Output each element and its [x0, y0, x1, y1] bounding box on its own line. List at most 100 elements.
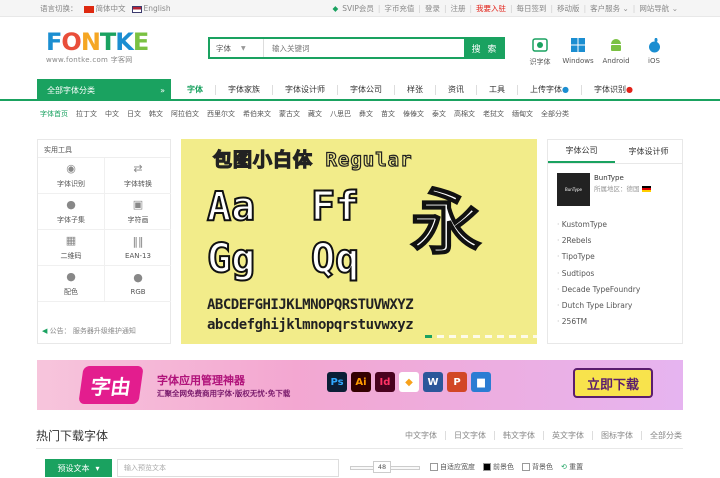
nav-fonts[interactable]: 字体: [175, 85, 216, 95]
join-link[interactable]: 我要入驻: [476, 3, 506, 14]
lang-item[interactable]: 藏文: [308, 109, 322, 119]
ad-download-button[interactable]: 立即下载: [573, 368, 653, 398]
carousel-dot[interactable]: [449, 335, 456, 338]
all-categories-button[interactable]: 全部字体分类»: [37, 79, 171, 101]
company-link[interactable]: Sudtipos: [557, 266, 640, 282]
double-chevron-icon: »: [160, 85, 165, 95]
lang-item[interactable]: 字体首页: [40, 109, 68, 119]
carousel-dot[interactable]: [425, 335, 432, 338]
reset-button[interactable]: ⟲ 重置: [561, 462, 583, 472]
lang-item[interactable]: 高棉文: [454, 109, 475, 119]
lang-item[interactable]: 八思巴: [330, 109, 351, 119]
lang-item[interactable]: 西里尔文: [207, 109, 235, 119]
lang-item[interactable]: 老挝文: [483, 109, 504, 119]
font-recognize-app[interactable]: 识字体: [526, 37, 554, 67]
lang-item[interactable]: 希伯来文: [243, 109, 271, 119]
company-link[interactable]: KustomType: [557, 217, 640, 233]
font-banner[interactable]: 包图小白体 Regular Aa Ff Gg Qq 永 ABCDEFGHIJKL…: [181, 139, 537, 344]
carousel-dot[interactable]: [485, 335, 492, 338]
hot-tab[interactable]: 英文字体: [544, 431, 593, 440]
carousel-dot[interactable]: [533, 335, 537, 338]
tool-font-subset[interactable]: ● 字体子集: [38, 194, 105, 230]
carousel-dot[interactable]: [509, 335, 516, 338]
recharge-link[interactable]: 字币充值: [384, 3, 414, 14]
nav-recognize[interactable]: 字体识别●: [582, 85, 645, 95]
lang-item[interactable]: 拉丁文: [76, 109, 97, 119]
lang-item[interactable]: 阿拉伯文: [171, 109, 199, 119]
site-logo[interactable]: FONTKE: [46, 30, 149, 54]
tool-font-recognize[interactable]: ◉ 字体识别: [38, 158, 105, 194]
carousel-dot[interactable]: [521, 335, 528, 338]
hot-tab[interactable]: 日文字体: [446, 431, 495, 440]
company-link[interactable]: 2Rebels: [557, 233, 640, 249]
hot-tab[interactable]: 中文字体: [397, 431, 446, 440]
nav-designer[interactable]: 字体设计师: [273, 85, 338, 95]
featured-company[interactable]: BunType BunType 所属地区：德国: [557, 173, 653, 206]
hot-tab[interactable]: 全部分类: [642, 431, 682, 440]
carousel-dot[interactable]: [497, 335, 504, 338]
lang-item[interactable]: 全部分类: [541, 109, 569, 119]
sitemap-link[interactable]: 网站导航 ⌄: [639, 3, 678, 14]
lang-item[interactable]: 中文: [105, 109, 119, 119]
carousel-dot[interactable]: [473, 335, 480, 338]
background-color-picker[interactable]: 背景色: [522, 462, 553, 472]
ad-brand: 字由: [78, 366, 144, 404]
company-link[interactable]: Dutch Type Library: [557, 298, 640, 314]
register-link[interactable]: 注册: [450, 3, 465, 14]
lang-item[interactable]: 蒙古文: [279, 109, 300, 119]
preset-text-button[interactable]: 预设文本 ▾: [45, 459, 112, 477]
speaker-icon: ◀: [42, 327, 48, 335]
nav-tools[interactable]: 工具: [477, 85, 518, 95]
tab-company[interactable]: 字体公司: [548, 140, 615, 163]
nav-company[interactable]: 字体公司: [338, 85, 395, 95]
tool-qrcode[interactable]: ▦ 二维码: [38, 230, 105, 266]
ad-banner[interactable]: 字由 字体应用管理神器 汇聚全网免费商用字体·版权无忧·免下载 Ps Ai Id…: [37, 360, 683, 410]
notice[interactable]: ◀ 公告： 服务器升级维护通知: [42, 326, 136, 336]
tool-char-art[interactable]: ▣ 字符画: [105, 194, 171, 230]
company-link[interactable]: TipoType: [557, 249, 640, 265]
lang-cn-link[interactable]: 简体中文: [83, 3, 126, 14]
lang-item[interactable]: 日文: [127, 109, 141, 119]
lang-item[interactable]: 泰文: [432, 109, 446, 119]
nav-samples[interactable]: 样张: [395, 85, 436, 95]
search-type-select[interactable]: 字体 ▼: [210, 39, 264, 57]
tool-ean13[interactable]: ‖‖ EAN-13: [105, 230, 171, 266]
checkin-link[interactable]: 每日签到: [517, 3, 547, 14]
carousel-dot[interactable]: [461, 335, 468, 338]
hot-tab[interactable]: 韩文字体: [495, 431, 544, 440]
lang-item[interactable]: 苗文: [381, 109, 395, 119]
nav-upload[interactable]: 上传字体●: [518, 85, 582, 95]
slider-knob[interactable]: 48: [373, 461, 391, 473]
windows-icon: [570, 37, 586, 53]
font-size-slider[interactable]: 48: [350, 461, 420, 473]
search-button[interactable]: 搜 索: [465, 37, 505, 59]
lang-item[interactable]: 韩文: [149, 109, 163, 119]
windows-app[interactable]: Windows: [562, 37, 594, 67]
hot-tab[interactable]: 图标字体: [593, 431, 642, 440]
auto-width-checkbox[interactable]: 自适应宽度: [430, 462, 475, 472]
glyph-yong: 永: [410, 182, 482, 264]
ios-app[interactable]: iOS: [640, 37, 668, 67]
mobile-link[interactable]: 移动版: [557, 3, 580, 14]
carousel-dot[interactable]: [437, 335, 444, 338]
company-link[interactable]: 256TM: [557, 314, 640, 330]
nav-news[interactable]: 资讯: [436, 85, 477, 95]
preview-text-input[interactable]: 输入预览文本: [117, 459, 339, 477]
glyph-aa: Aa: [206, 184, 256, 230]
lang-item[interactable]: 傣傣文: [403, 109, 424, 119]
company-link[interactable]: Decade TypeFoundry: [557, 282, 641, 298]
svip-link[interactable]: SVIP会员: [342, 3, 374, 14]
lang-en-link[interactable]: English: [131, 4, 171, 13]
lang-item[interactable]: 缅甸文: [512, 109, 533, 119]
tab-designer[interactable]: 字体设计师: [615, 140, 682, 163]
service-link[interactable]: 客户服务 ⌄: [590, 3, 629, 14]
tool-font-convert[interactable]: ⇄ 字体转换: [105, 158, 171, 194]
tool-color[interactable]: ● 配色: [38, 266, 105, 302]
search-input[interactable]: [264, 39, 464, 57]
tool-rgb[interactable]: ● RGB: [105, 266, 171, 302]
login-link[interactable]: 登录: [425, 3, 440, 14]
foreground-color-picker[interactable]: 前景色: [483, 462, 514, 472]
lang-item[interactable]: 彝文: [359, 109, 373, 119]
nav-font-family[interactable]: 字体家族: [216, 85, 273, 95]
android-app[interactable]: Android: [602, 37, 630, 67]
